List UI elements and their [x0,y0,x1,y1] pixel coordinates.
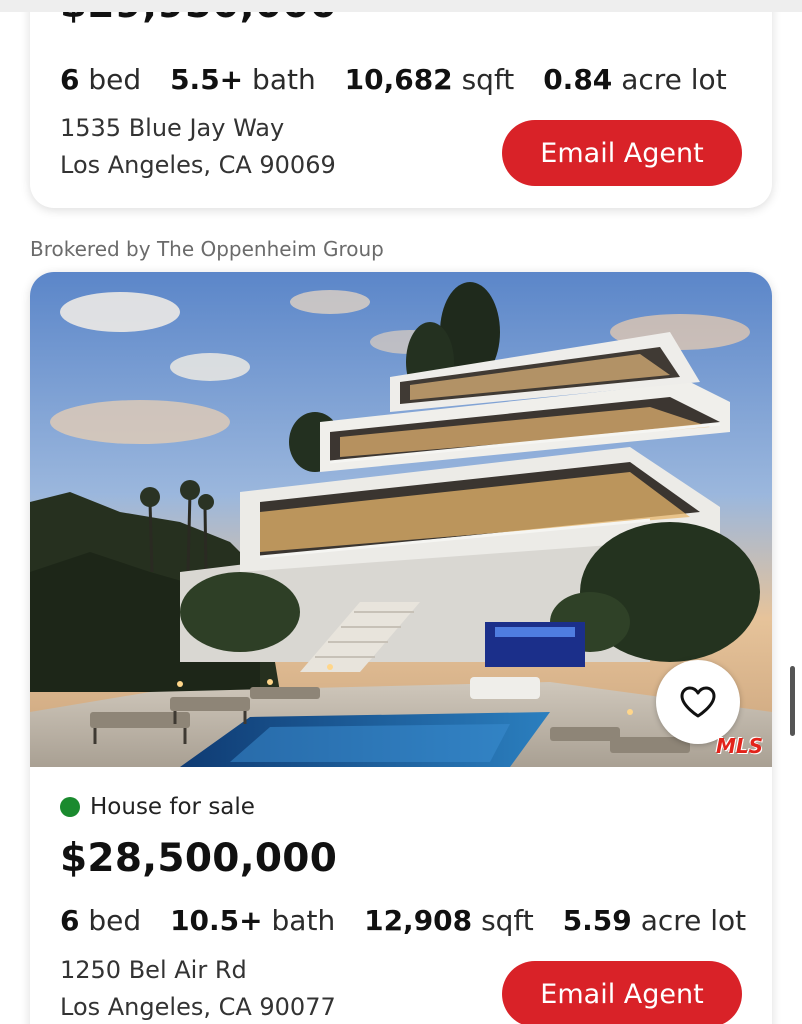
beds-count: 6 [60,904,80,937]
beds-label: bed [88,904,142,937]
baths-count: 5.5+ [170,63,244,96]
listing-specs: 6 bed 5.5+ bath 10,682 sqft 0.84 acre lo… [60,63,727,96]
mls-logo: MLS [716,734,764,758]
status-dot-icon [60,797,80,817]
baths-label: bath [271,904,336,937]
favorite-button[interactable] [656,660,740,744]
lot-size: 0.84 [543,63,613,96]
listing-price: $28,500,000 [60,836,338,881]
address-street: 1250 Bel Air Rd [60,956,247,984]
sqft-count: 10,682 [344,63,453,96]
address-street: 1535 Blue Jay Way [60,114,285,142]
address-city: Los Angeles, CA 90069 [60,151,336,179]
baths-label: bath [252,63,316,96]
listing-address: 1250 Bel Air Rd Los Angeles, CA 90077 [60,952,336,1024]
listing-card[interactable]: $29,950,000 6 bed 5.5+ bath 10,682 sqft … [30,0,772,208]
sqft-label: sqft [461,63,515,96]
email-agent-button[interactable]: Email Agent [502,961,742,1024]
status-label: House for sale [90,794,255,820]
lot-label: acre lot [640,904,747,937]
lot-label: acre lot [621,63,727,96]
sqft-label: sqft [481,904,534,937]
beds-label: bed [88,63,142,96]
sqft-count: 12,908 [364,904,473,937]
baths-count: 10.5+ [170,904,263,937]
brokered-by-label: Brokered by The Oppenheim Group [30,237,384,261]
email-agent-button[interactable]: Email Agent [502,120,742,186]
top-bar [0,0,802,12]
listing-address: 1535 Blue Jay Way Los Angeles, CA 90069 [60,110,336,184]
scrollbar[interactable] [790,666,795,736]
beds-count: 6 [60,63,80,96]
listing-card[interactable]: MLS House for sale $28,500,000 6 bed 10.… [30,272,772,1024]
listing-specs: 6 bed 10.5+ bath 12,908 sqft 5.59 acre l… [60,904,746,937]
address-city: Los Angeles, CA 90077 [60,993,336,1021]
lot-size: 5.59 [562,904,632,937]
listing-status: House for sale [60,794,255,820]
heart-outline-icon [680,686,716,718]
listings-page: $29,950,000 6 bed 5.5+ bath 10,682 sqft … [0,0,802,1024]
